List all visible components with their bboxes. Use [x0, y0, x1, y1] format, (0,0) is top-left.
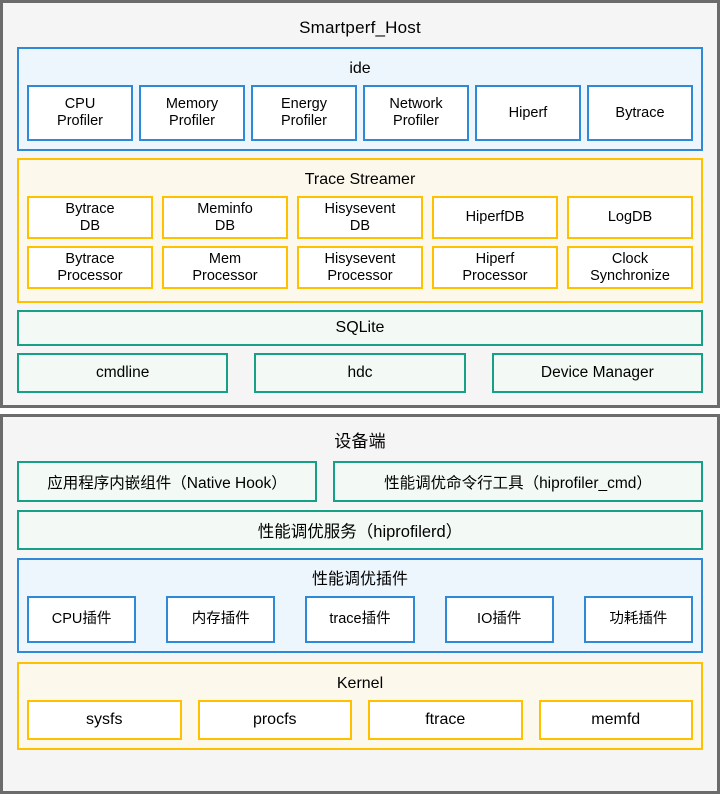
trace-streamer-db-row: Bytrace DB Meminfo DB Hisysevent DB HiperfD…: [27, 196, 693, 240]
panel-title-smartperf-host: Smartperf_Host: [299, 18, 421, 37]
panel-smartperf-host: Smartperf_Host ide CPU Profiler Memory Pro…: [0, 0, 720, 408]
group-plugins: 性能调优插件 CPU插件 内存插件 trace插件 IO插件 功耗插件: [17, 558, 703, 653]
plugin-item-io[interactable]: IO插件: [444, 596, 554, 643]
device-service-hiprofilerd[interactable]: 性能调优服务（hiprofilerd）: [17, 510, 703, 550]
ide-item-cpu-profiler[interactable]: CPU Profiler: [27, 85, 133, 142]
ts-item-hiperfdb[interactable]: HiperfDB: [432, 196, 558, 240]
ide-item-energy-profiler[interactable]: Energy Profiler: [251, 85, 357, 142]
ts-item-bytrace-db[interactable]: Bytrace DB: [27, 196, 153, 240]
host-tool-hdc[interactable]: hdc: [254, 353, 466, 393]
device-tool-hiprofiler-cmd[interactable]: 性能调优命令行工具（hiprofiler_cmd）: [333, 461, 703, 502]
group-ide: ide CPU Profiler Memory Profiler Energy Pro…: [17, 47, 703, 152]
plugin-item-memory[interactable]: 内存插件: [166, 596, 276, 643]
device-tool-native-hook[interactable]: 应用程序内嵌组件（Native Hook）: [17, 461, 317, 502]
ide-item-memory-profiler[interactable]: Memory Profiler: [139, 85, 245, 142]
group-title-plugins: 性能调优插件: [311, 571, 408, 588]
ts-item-logdb[interactable]: LogDB: [567, 196, 693, 240]
group-title-trace-streamer: Trace Streamer: [304, 171, 416, 189]
ts-item-hiperf-processor[interactable]: Hiperf Processor: [432, 246, 558, 290]
group-title-ide: ide: [349, 60, 371, 77]
ts-item-hisysevent-db[interactable]: Hisysevent DB: [297, 196, 423, 240]
panel-title-device-side: 设备端: [334, 432, 386, 451]
host-tool-cmdline[interactable]: cmdline: [17, 353, 229, 393]
ts-item-hisysevent-processor[interactable]: Hisysevent Processor: [297, 246, 423, 290]
kernel-item-row: sysfs procfs ftrace memfd: [27, 700, 693, 740]
ts-item-mem-processor[interactable]: Mem Processor: [162, 246, 288, 290]
host-tools-row: cmdline hdc Device Manager: [17, 353, 703, 393]
kernel-item-procfs[interactable]: procfs: [197, 700, 352, 740]
ide-item-network-profiler[interactable]: Network Profiler: [363, 85, 469, 142]
device-top-tools-row: 应用程序内嵌组件（Native Hook） 性能调优命令行工具（hiprofil…: [17, 461, 703, 502]
kernel-item-sysfs[interactable]: sysfs: [27, 700, 182, 740]
plugin-item-cpu[interactable]: CPU插件: [27, 596, 137, 643]
trace-streamer-processor-row: Bytrace Processor Mem Processor Hisysevent…: [27, 246, 693, 290]
plugin-item-row: CPU插件 内存插件 trace插件 IO插件 功耗插件: [27, 596, 694, 643]
kernel-item-ftrace[interactable]: ftrace: [368, 700, 523, 740]
ts-item-meminfo-db[interactable]: Meminfo DB: [162, 196, 288, 240]
panel-device-side: 设备端 应用程序内嵌组件（Native Hook） 性能调优命令行工具（hipr…: [0, 414, 720, 794]
ide-item-row: CPU Profiler Memory Profiler Energy Profile…: [27, 85, 693, 142]
group-title-kernel: Kernel: [336, 675, 384, 692]
ts-item-bytrace-processor[interactable]: Bytrace Processor: [27, 246, 153, 290]
host-tool-device-manager[interactable]: Device Manager: [491, 353, 703, 393]
sqlite-bar[interactable]: SQLite: [17, 309, 703, 347]
ide-item-bytrace[interactable]: Bytrace: [587, 85, 693, 142]
plugin-item-trace[interactable]: trace插件: [305, 596, 415, 643]
architecture-diagram: Smartperf_Host ide CPU Profiler Memory Pro…: [0, 0, 720, 794]
plugin-item-power[interactable]: 功耗插件: [583, 596, 694, 643]
kernel-item-memfd[interactable]: memfd: [538, 700, 693, 740]
ide-item-hiperf[interactable]: Hiperf: [475, 85, 581, 142]
ts-item-clock-synchronize[interactable]: Clock Synchronize: [567, 246, 693, 290]
group-trace-streamer: Trace Streamer Bytrace DB Meminfo DB Hisys…: [17, 158, 703, 303]
group-kernel: Kernel sysfs procfs ftrace memfd: [17, 662, 703, 750]
